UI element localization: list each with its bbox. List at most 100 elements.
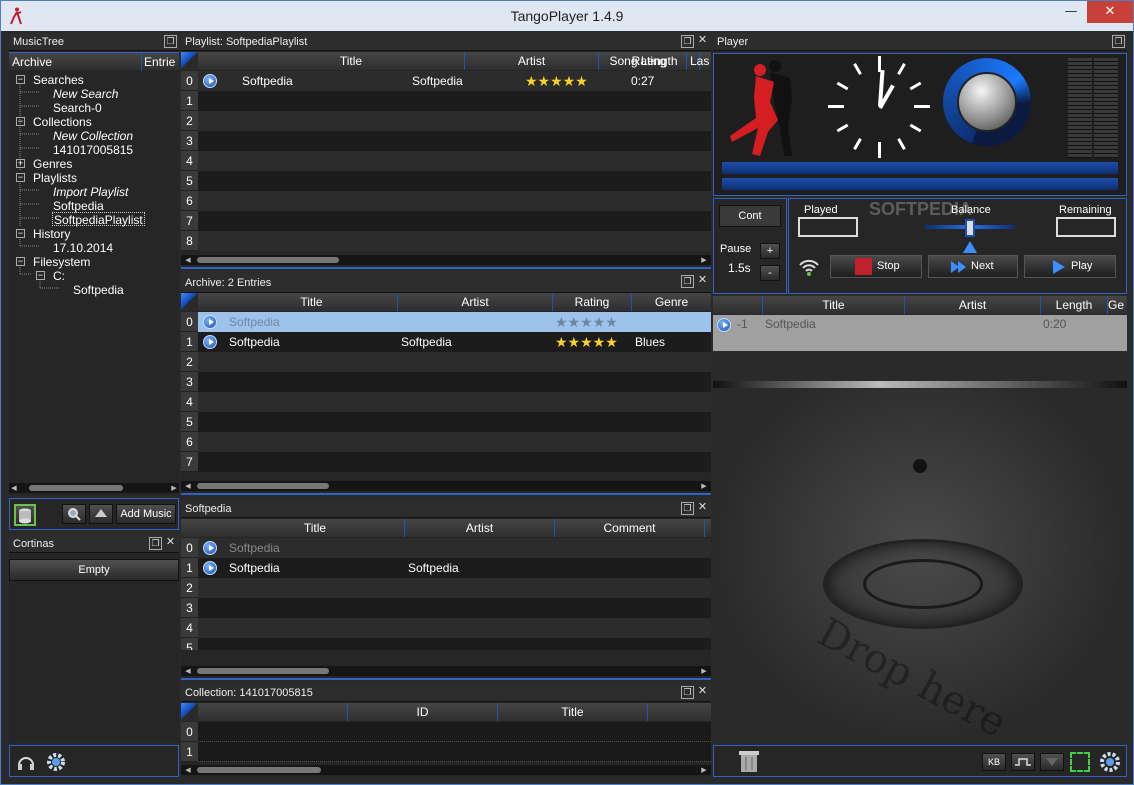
col-title[interactable]: Title (498, 703, 648, 721)
play-icon[interactable] (203, 541, 217, 555)
volume-knob[interactable] (943, 58, 1031, 146)
table-row[interactable]: 4 (181, 392, 711, 412)
trash-icon[interactable] (738, 750, 760, 774)
float-icon[interactable]: ❐ (149, 537, 162, 550)
col-id[interactable]: ID (348, 703, 498, 721)
kb-button[interactable]: KB (982, 753, 1006, 771)
col-blank[interactable] (713, 296, 763, 314)
collection-hscroll[interactable]: ◀ ▶ (181, 765, 711, 775)
col-title[interactable]: Title (226, 293, 398, 311)
settings-gear-icon[interactable] (1099, 751, 1121, 773)
float-icon[interactable]: ❐ (164, 35, 177, 48)
close-button[interactable]: ✕ (1087, 1, 1133, 23)
col-rating[interactable]: Rating (553, 293, 632, 311)
tree-item-softpediaplaylist[interactable]: SoftpediaPlaylist (52, 212, 145, 227)
cont-button[interactable]: Cont (719, 205, 781, 227)
table-row[interactable]: 6 (181, 191, 711, 211)
collapse-icon[interactable]: − (16, 257, 25, 266)
scroll-left-icon[interactable]: ◀ (183, 481, 193, 491)
tree-item-softpedia-folder[interactable]: Softpedia (73, 283, 124, 297)
tree-item-search-0[interactable]: Search-0 (53, 101, 102, 115)
tree-item-collections[interactable]: Collections (33, 115, 92, 129)
cortina-empty-button[interactable]: Empty (9, 559, 179, 581)
search-button[interactable] (62, 504, 86, 524)
rating-stars[interactable]: ★★★★★ (555, 312, 618, 332)
progress-bar-top[interactable] (722, 162, 1118, 174)
table-row[interactable]: 0 Softpedia Softpedia ★★★★★ 0:27 (181, 71, 711, 91)
float-icon[interactable]: ❐ (681, 275, 694, 288)
col-artist[interactable]: Artist (465, 52, 599, 70)
pulse-button[interactable] (1011, 753, 1035, 771)
scroll-thumb[interactable] (197, 257, 339, 263)
add-music-button[interactable]: Add Music (116, 504, 176, 524)
play-icon[interactable] (203, 335, 217, 349)
table-row[interactable]: 2 (181, 578, 711, 598)
table-row[interactable]: 5 (181, 412, 711, 432)
play-icon[interactable] (203, 74, 217, 88)
table-row[interactable]: 7 (181, 211, 711, 231)
pause-minus-button[interactable]: - (760, 265, 780, 281)
col-artist[interactable]: Artist (905, 296, 1041, 314)
scroll-left-icon[interactable]: ◀ (183, 765, 193, 775)
scroll-left-icon[interactable]: ◀ (9, 483, 19, 493)
col-genre[interactable]: Ge (1108, 296, 1127, 314)
musictree-hscroll[interactable]: ◀ ▶ (9, 483, 179, 493)
col-title[interactable]: Title (226, 519, 405, 537)
col-comment[interactable]: Comment (555, 519, 705, 537)
tree-item-drive-c[interactable]: C: (53, 269, 65, 283)
scroll-right-icon[interactable]: ▶ (699, 481, 709, 491)
queue-row[interactable]: -1 Softpedia 0:20 (713, 315, 1127, 351)
table-row[interactable]: 1 Softpedia Softpedia (181, 558, 711, 578)
table-row[interactable]: 7 (181, 452, 711, 472)
col-entries[interactable]: Entrie (142, 53, 179, 71)
col-archive[interactable]: Archive (9, 53, 142, 71)
col-song-length[interactable]: Song Length (601, 52, 687, 70)
wireless-icon[interactable] (798, 257, 820, 277)
table-row[interactable]: 2 (181, 352, 711, 372)
table-row[interactable]: 2 (181, 111, 711, 131)
col-last[interactable]: Las (687, 52, 711, 70)
scroll-left-icon[interactable]: ◀ (183, 666, 193, 676)
collapse-icon[interactable]: − (16, 117, 25, 126)
rating-stars[interactable]: ★★★★★ (525, 71, 588, 91)
close-icon[interactable]: ✕ (164, 537, 177, 550)
float-icon[interactable]: ❐ (1112, 35, 1125, 48)
play-icon[interactable] (717, 318, 731, 332)
scroll-right-icon[interactable]: ▶ (699, 255, 709, 265)
tree-item-genres[interactable]: Genres (33, 157, 72, 171)
table-row[interactable]: 5 (181, 638, 711, 650)
float-icon[interactable]: ❐ (681, 35, 694, 48)
table-row[interactable]: 0 (181, 722, 711, 742)
close-icon[interactable]: ✕ (696, 686, 709, 699)
pause-plus-button[interactable]: + (760, 243, 780, 259)
tree-item-collection[interactable]: 141017005815 (53, 143, 133, 157)
balance-handle[interactable] (965, 219, 975, 237)
tree-item-new-search[interactable]: New Search (53, 87, 118, 101)
scroll-thumb[interactable] (197, 668, 329, 674)
dropdown-button[interactable] (1040, 753, 1064, 771)
play-icon[interactable] (203, 561, 217, 575)
settings-gear-icon[interactable] (46, 752, 66, 772)
table-row[interactable]: 1 (181, 91, 711, 111)
tree-item-import-playlist[interactable]: Import Playlist (53, 185, 128, 199)
collapse-icon[interactable]: − (16, 75, 25, 84)
scroll-right-icon[interactable]: ▶ (699, 765, 709, 775)
scroll-left-icon[interactable]: ◀ (183, 255, 193, 265)
table-row-selected[interactable]: 0 Softpedia ★★★★★ (181, 312, 711, 332)
rating-stars[interactable]: ★★★★★ (555, 332, 618, 352)
tree-item-history[interactable]: History (33, 227, 70, 241)
close-icon[interactable]: ✕ (696, 502, 709, 515)
table-row[interactable]: 8 (181, 231, 711, 251)
float-icon[interactable]: ❐ (681, 686, 694, 699)
tree-item-new-collection[interactable]: New Collection (53, 129, 133, 143)
tree-item-searches[interactable]: Searches (33, 73, 84, 87)
tree-item-filesystem[interactable]: Filesystem (33, 255, 90, 269)
stop-button[interactable]: Stop (830, 255, 922, 278)
tree-item-softpedia[interactable]: Softpedia (53, 199, 104, 213)
collapse-icon[interactable]: − (16, 229, 25, 238)
collapse-icon[interactable]: − (36, 271, 45, 280)
table-row[interactable]: 1 (181, 742, 711, 762)
col-title[interactable]: Title (763, 296, 905, 314)
tree-item-playlists[interactable]: Playlists (33, 171, 77, 185)
col-blank[interactable] (198, 703, 348, 721)
